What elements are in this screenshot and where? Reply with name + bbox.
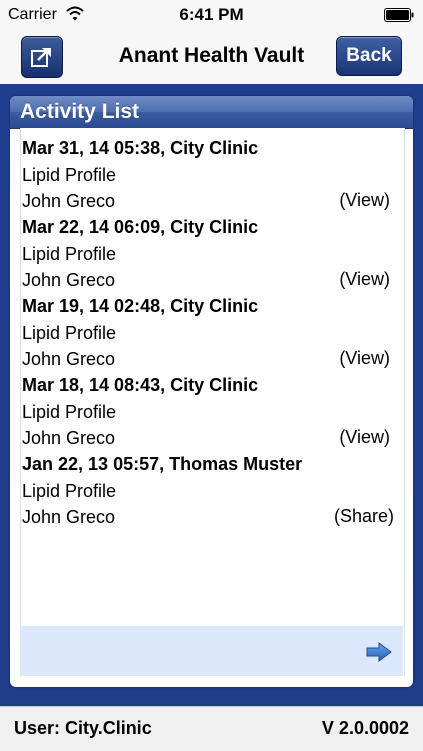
status-time: 6:41 PM bbox=[179, 5, 244, 24]
view-link[interactable]: (View) bbox=[339, 269, 390, 290]
list-item: Mar 18, 14 08:43, City Clinic Lipid Prof… bbox=[22, 375, 402, 454]
view-link[interactable]: (View) bbox=[339, 427, 390, 448]
share-link[interactable]: (Share) bbox=[334, 506, 394, 527]
activity-test: Lipid Profile bbox=[22, 165, 117, 185]
user-label: User: City.Clinic bbox=[14, 718, 152, 738]
activity-header: Mar 22, 14 06:09, City Clinic bbox=[22, 217, 259, 237]
back-button[interactable]: Back bbox=[336, 36, 402, 76]
status-bar: Carrier 6:41 PM bbox=[0, 0, 423, 30]
activity-person: John Greco bbox=[22, 349, 116, 369]
bottom-status-bar: User: City.Clinic V 2.0.0002 bbox=[0, 706, 423, 751]
activity-test: Lipid Profile bbox=[22, 323, 117, 343]
view-link[interactable]: (View) bbox=[339, 190, 390, 211]
activity-test: Lipid Profile bbox=[22, 481, 117, 501]
activity-header: Mar 19, 14 02:48, City Clinic bbox=[22, 296, 259, 316]
pagination-bar bbox=[20, 626, 403, 676]
activity-person: John Greco bbox=[22, 428, 116, 448]
activity-header: Jan 22, 13 05:57, Thomas Muster bbox=[22, 454, 303, 474]
view-link[interactable]: (View) bbox=[339, 348, 390, 369]
activity-person: John Greco bbox=[22, 191, 116, 211]
panel-header: Activity List bbox=[10, 96, 413, 129]
activity-person: John Greco bbox=[22, 507, 116, 527]
activity-test: Lipid Profile bbox=[22, 402, 117, 422]
activity-test: Lipid Profile bbox=[22, 244, 117, 264]
panel-title: Activity List bbox=[20, 100, 140, 123]
activity-person: John Greco bbox=[22, 270, 116, 290]
version-label: V 2.0.0002 bbox=[321, 718, 409, 738]
list-item: Mar 19, 14 02:48, City Clinic Lipid Prof… bbox=[22, 296, 402, 375]
navigation-bar: Anant Health Vault Back bbox=[0, 30, 423, 84]
battery-icon bbox=[384, 8, 414, 22]
activity-header: Mar 18, 14 08:43, City Clinic bbox=[22, 375, 259, 395]
activity-header: Mar 31, 14 05:38, City Clinic bbox=[22, 138, 259, 158]
list-item: Mar 31, 14 05:38, City Clinic Lipid Prof… bbox=[22, 138, 402, 217]
next-arrow-icon[interactable] bbox=[366, 642, 392, 662]
list-item: Jan 22, 13 05:57, Thomas Muster Lipid Pr… bbox=[22, 454, 402, 533]
list-item: Mar 22, 14 06:09, City Clinic Lipid Prof… bbox=[22, 217, 402, 296]
activity-list: Mar 31, 14 05:38, City Clinic Lipid Prof… bbox=[22, 138, 402, 533]
